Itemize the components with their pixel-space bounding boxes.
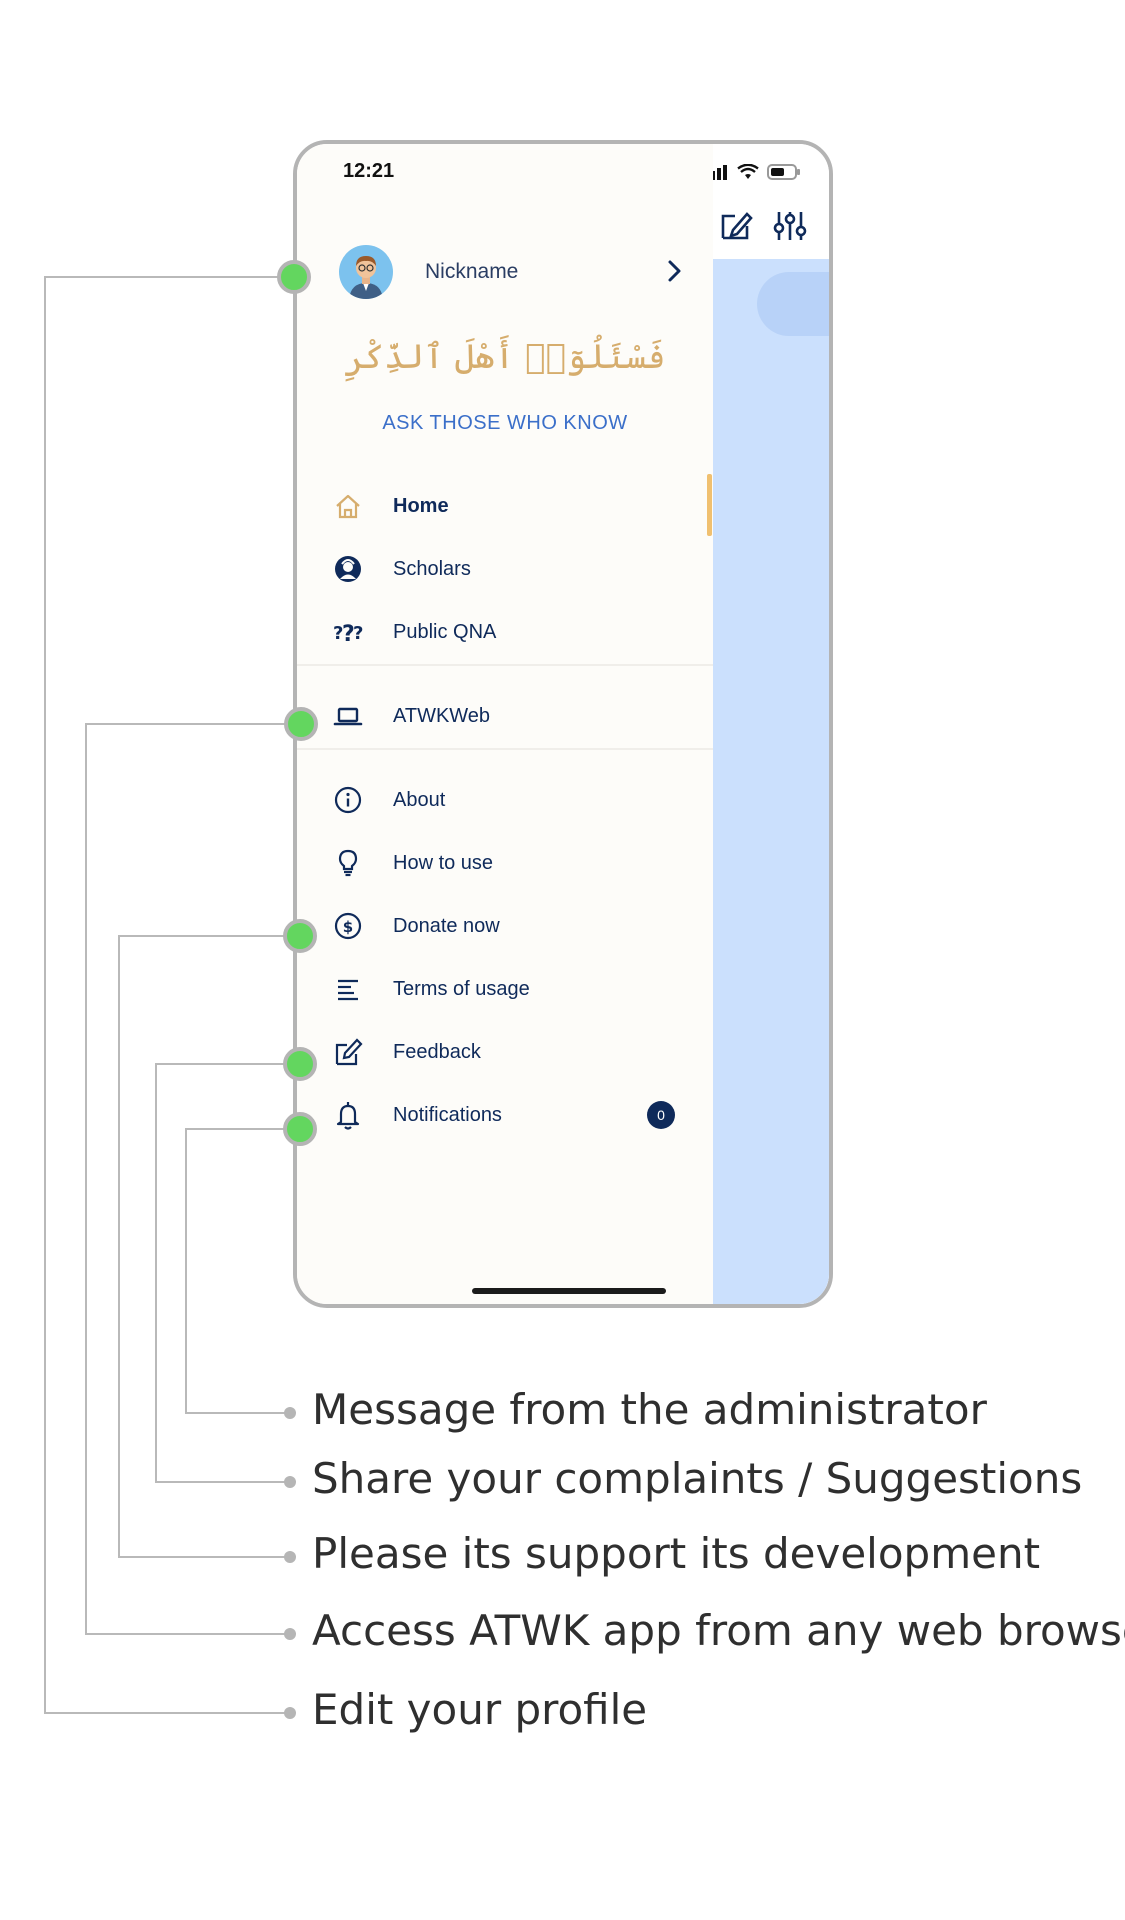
menu-label-home: Home	[393, 494, 449, 517]
menu-label-terms: Terms of usage	[393, 977, 530, 1000]
question-icon: ? ? ?	[333, 617, 363, 647]
callout-line	[118, 1556, 290, 1558]
edit-icon	[333, 1037, 363, 1067]
navigation-drawer: 12:21 Nickname فَسْئَلُوٓا۟ أَهْلَ ٱلذِّ…	[297, 144, 713, 1304]
filter-icon[interactable]	[772, 208, 808, 244]
scholar-icon	[333, 554, 363, 584]
menu-item-notifications[interactable]: Notifications 0	[333, 1093, 693, 1137]
lightbulb-icon	[333, 848, 363, 878]
callout-end-dot	[284, 1407, 296, 1419]
notification-count-badge: 0	[647, 1101, 675, 1129]
arabic-logo-text: فَسْئَلُوٓا۟ أَهْلَ ٱلذِّكْرِ	[344, 337, 666, 377]
caption-feedback: Share your complaints / Suggestions	[312, 1454, 1083, 1503]
menu-item-donate[interactable]: $ Donate now	[333, 904, 693, 948]
caption-atwkweb: Access ATWK app from any web browser	[312, 1606, 1125, 1655]
app-search-bar[interactable]	[757, 272, 829, 336]
callout-line	[44, 276, 278, 278]
menu-item-atwkweb[interactable]: ATWKWeb	[333, 694, 693, 738]
profile-row[interactable]: Nickname	[339, 244, 689, 300]
callout-dot-donate	[283, 919, 317, 953]
callout-line	[118, 935, 284, 937]
menu-item-how-to-use[interactable]: How to use	[333, 841, 693, 885]
callout-line	[155, 1063, 157, 1483]
svg-text:$: $	[343, 918, 353, 936]
callout-line	[155, 1063, 285, 1065]
menu-item-about[interactable]: About	[333, 778, 693, 822]
app-content-area	[713, 259, 829, 1304]
text-lines-icon	[333, 974, 363, 1004]
laptop-icon	[333, 701, 363, 731]
status-time: 12:21	[343, 160, 395, 182]
menu-item-home[interactable]: Home	[333, 484, 693, 528]
chevron-right-icon[interactable]	[659, 256, 689, 286]
callout-dot-feedback	[283, 1047, 317, 1081]
callout-end-dot	[284, 1707, 296, 1719]
caption-notifications: Message from the administrator	[312, 1385, 987, 1434]
avatar-illustration	[349, 256, 383, 299]
menu-label-public-qna: Public QNA	[393, 620, 497, 643]
callout-line	[85, 1633, 290, 1635]
caption-donate: Please its support its development	[312, 1529, 1041, 1578]
battery-icon	[767, 164, 800, 180]
callout-end-dot	[284, 1628, 296, 1640]
callout-line	[85, 723, 285, 725]
callout-end-dot	[284, 1476, 296, 1488]
callout-line	[44, 1712, 290, 1714]
active-indicator	[707, 474, 712, 536]
callout-dot-notifications	[283, 1112, 317, 1146]
callout-line	[185, 1128, 285, 1130]
wifi-icon	[737, 164, 759, 179]
app-tagline: ASK THOSE WHO KNOW	[382, 412, 628, 434]
menu-item-scholars[interactable]: Scholars	[333, 547, 693, 591]
home-icon	[333, 491, 363, 521]
info-icon	[333, 785, 363, 815]
menu-label-atwkweb: ATWKWeb	[393, 704, 491, 727]
menu-label-feedback: Feedback	[393, 1040, 481, 1063]
menu-label-how-to-use: How to use	[393, 851, 494, 874]
callout-end-dot	[284, 1551, 296, 1563]
compose-icon[interactable]	[717, 208, 753, 244]
callout-line	[185, 1128, 187, 1414]
svg-text:?: ?	[353, 623, 363, 644]
menu-label-notifications: Notifications	[393, 1103, 502, 1126]
nickname-label: Nickname	[425, 260, 519, 283]
callout-line	[118, 935, 120, 1558]
menu-label-donate: Donate now	[393, 914, 500, 937]
dollar-icon: $	[333, 911, 363, 941]
callout-line	[185, 1412, 290, 1414]
callout-line	[44, 276, 46, 1714]
menu-item-feedback[interactable]: Feedback	[333, 1030, 693, 1074]
bell-icon	[333, 1100, 363, 1130]
callout-line	[85, 723, 87, 1635]
callout-dot-atwkweb	[284, 707, 318, 741]
caption-profile: Edit your profile	[312, 1685, 648, 1734]
menu-divider	[297, 664, 713, 666]
menu-item-public-qna[interactable]: ? ? ? Public QNA	[333, 610, 693, 654]
phone-frame: 12:21 Nickname فَسْئَلُوٓا۟ أَهْلَ ٱلذِّ…	[293, 140, 833, 1308]
menu-divider	[297, 748, 713, 750]
status-icons	[705, 164, 801, 180]
callout-line	[155, 1481, 290, 1483]
callout-dot-profile	[277, 260, 311, 294]
menu-label-scholars: Scholars	[393, 557, 471, 580]
menu-item-terms[interactable]: Terms of usage	[333, 967, 693, 1011]
avatar[interactable]	[339, 245, 393, 299]
home-indicator[interactable]	[472, 1288, 666, 1294]
menu-label-about: About	[393, 788, 446, 811]
